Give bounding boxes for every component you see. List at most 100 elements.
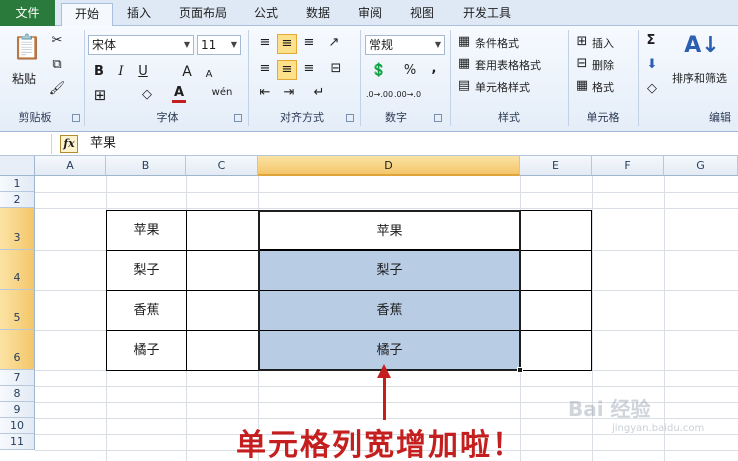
row-header-9[interactable]: 9	[0, 402, 35, 418]
comma-button[interactable]: ,	[428, 60, 440, 78]
formula-input[interactable]: 苹果	[90, 135, 116, 153]
column-header-f[interactable]: F	[592, 156, 664, 176]
row-header-2[interactable]: 2	[0, 192, 35, 208]
cell-e5[interactable]	[520, 290, 592, 331]
currency-icon[interactable]: 💲	[368, 62, 390, 80]
paste-icon[interactable]: 📋	[12, 32, 42, 64]
tab-insert[interactable]: 插入	[118, 3, 160, 26]
cell-c6[interactable]	[186, 330, 259, 371]
column-header-c[interactable]: C	[186, 156, 258, 176]
fill-icon[interactable]: ⬇	[644, 56, 660, 74]
cell-e6[interactable]	[520, 330, 592, 371]
tab-formulas[interactable]: 公式	[246, 3, 286, 26]
format-painter-icon[interactable]: 🖌	[48, 80, 66, 98]
fill-handle[interactable]	[517, 367, 523, 373]
cell-c5[interactable]	[186, 290, 259, 331]
delete-button[interactable]: 删除	[592, 57, 614, 73]
font-name-combo[interactable]: 宋体 ▼	[88, 35, 194, 55]
row-header-3[interactable]: 3	[0, 208, 35, 250]
cell-d3-active[interactable]: 苹果	[258, 210, 521, 251]
merge-center-icon[interactable]: ⊟	[324, 60, 348, 78]
delete-cells-icon[interactable]: ⊟	[574, 55, 590, 73]
cell-e4[interactable]	[520, 250, 592, 291]
cell-b6[interactable]: 橘子	[106, 330, 187, 371]
orientation-icon[interactable]: ↗	[324, 34, 344, 52]
italic-button[interactable]: I	[114, 63, 128, 81]
tab-home[interactable]: 开始	[61, 3, 113, 27]
increase-decimal-button[interactable]: .0→.00	[366, 86, 393, 104]
paste-button[interactable]: 粘贴	[12, 70, 36, 87]
row-header-8[interactable]: 8	[0, 386, 35, 402]
format-table-icon[interactable]: ▦	[456, 55, 472, 73]
decrease-decimal-button[interactable]: .00→.0	[394, 86, 421, 104]
sort-filter-icon[interactable]: A↓	[684, 30, 720, 64]
column-header-g[interactable]: G	[664, 156, 738, 176]
align-center-icon[interactable]: ≡	[277, 60, 297, 80]
shrink-font-button[interactable]: A	[202, 66, 216, 84]
select-all-corner[interactable]	[0, 156, 35, 176]
row-header-5[interactable]: 5	[0, 290, 35, 330]
border-icon[interactable]: ⊞	[92, 86, 108, 104]
row-header-6[interactable]: 6	[0, 330, 35, 370]
align-bottom-icon[interactable]: ≡	[300, 34, 318, 52]
cell-d5[interactable]: 香蕉	[258, 290, 521, 331]
cell-e3[interactable]	[520, 210, 592, 251]
cell-c3[interactable]	[186, 210, 259, 251]
tab-view[interactable]: 视图	[402, 3, 442, 26]
name-box[interactable]	[0, 134, 52, 154]
decrease-indent-icon[interactable]: ⇤	[256, 84, 274, 102]
align-right-icon[interactable]: ≡	[300, 60, 318, 78]
clipboard-launcher-icon[interactable]	[72, 114, 80, 122]
conditional-format-button[interactable]: 条件格式	[475, 35, 519, 51]
conditional-format-icon[interactable]: ▦	[456, 33, 472, 51]
cell-styles-button[interactable]: 单元格样式	[475, 79, 530, 95]
column-header-d[interactable]: D	[258, 156, 520, 176]
underline-button[interactable]: U	[136, 63, 150, 81]
phonetic-button[interactable]: wén	[210, 84, 234, 102]
format-cells-icon[interactable]: ▦	[574, 77, 590, 95]
tab-page-layout[interactable]: 页面布局	[170, 3, 236, 26]
copy-icon[interactable]: ⧉	[48, 56, 66, 74]
insert-cells-icon[interactable]: ⊞	[574, 33, 590, 51]
tab-review[interactable]: 审阅	[350, 3, 390, 26]
row-header-11[interactable]: 11	[0, 434, 35, 450]
row-header-7[interactable]: 7	[0, 370, 35, 386]
number-format-combo[interactable]: 常规 ▼	[365, 35, 445, 55]
tab-data[interactable]: 数据	[298, 3, 338, 26]
percent-button[interactable]: %	[402, 62, 418, 80]
autosum-button[interactable]: Σ	[644, 32, 658, 50]
cut-icon[interactable]: ✂	[48, 32, 66, 50]
bold-button[interactable]: B	[92, 63, 106, 81]
format-button[interactable]: 格式	[592, 79, 614, 95]
grow-font-button[interactable]: A	[180, 63, 194, 81]
increase-indent-icon[interactable]: ⇥	[280, 84, 298, 102]
tab-file[interactable]: 文件	[0, 0, 55, 26]
cell-d4[interactable]: 梨子	[258, 250, 521, 291]
align-top-icon[interactable]: ≡	[256, 34, 274, 52]
tab-developer[interactable]: 开发工具	[456, 3, 518, 26]
number-launcher-icon[interactable]	[434, 114, 442, 122]
row-header-1[interactable]: 1	[0, 176, 35, 192]
alignment-launcher-icon[interactable]	[346, 114, 354, 122]
column-header-b[interactable]: B	[106, 156, 186, 176]
align-middle-icon[interactable]: ≡	[277, 34, 297, 54]
insert-button[interactable]: 插入	[592, 35, 614, 51]
row-header-4[interactable]: 4	[0, 250, 35, 290]
font-color-button[interactable]: A	[172, 86, 186, 103]
sort-filter-button[interactable]: 排序和筛选	[672, 70, 727, 86]
cell-c4[interactable]	[186, 250, 259, 291]
row-header-10[interactable]: 10	[0, 418, 35, 434]
font-size-combo[interactable]: 11 ▼	[197, 35, 241, 55]
column-header-a[interactable]: A	[35, 156, 106, 176]
cell-b3[interactable]: 苹果	[106, 210, 187, 251]
format-as-table-button[interactable]: 套用表格格式	[475, 57, 541, 73]
cell-b4[interactable]: 梨子	[106, 250, 187, 291]
cell-styles-icon[interactable]: ▤	[456, 77, 472, 95]
font-launcher-icon[interactable]	[234, 114, 242, 122]
column-header-e[interactable]: E	[520, 156, 592, 176]
wrap-text-icon[interactable]: ↵	[308, 84, 330, 102]
clear-icon[interactable]: ◇	[644, 80, 660, 98]
insert-function-icon[interactable]: fx	[60, 135, 78, 153]
cell-b5[interactable]: 香蕉	[106, 290, 187, 331]
align-left-icon[interactable]: ≡	[256, 60, 274, 78]
